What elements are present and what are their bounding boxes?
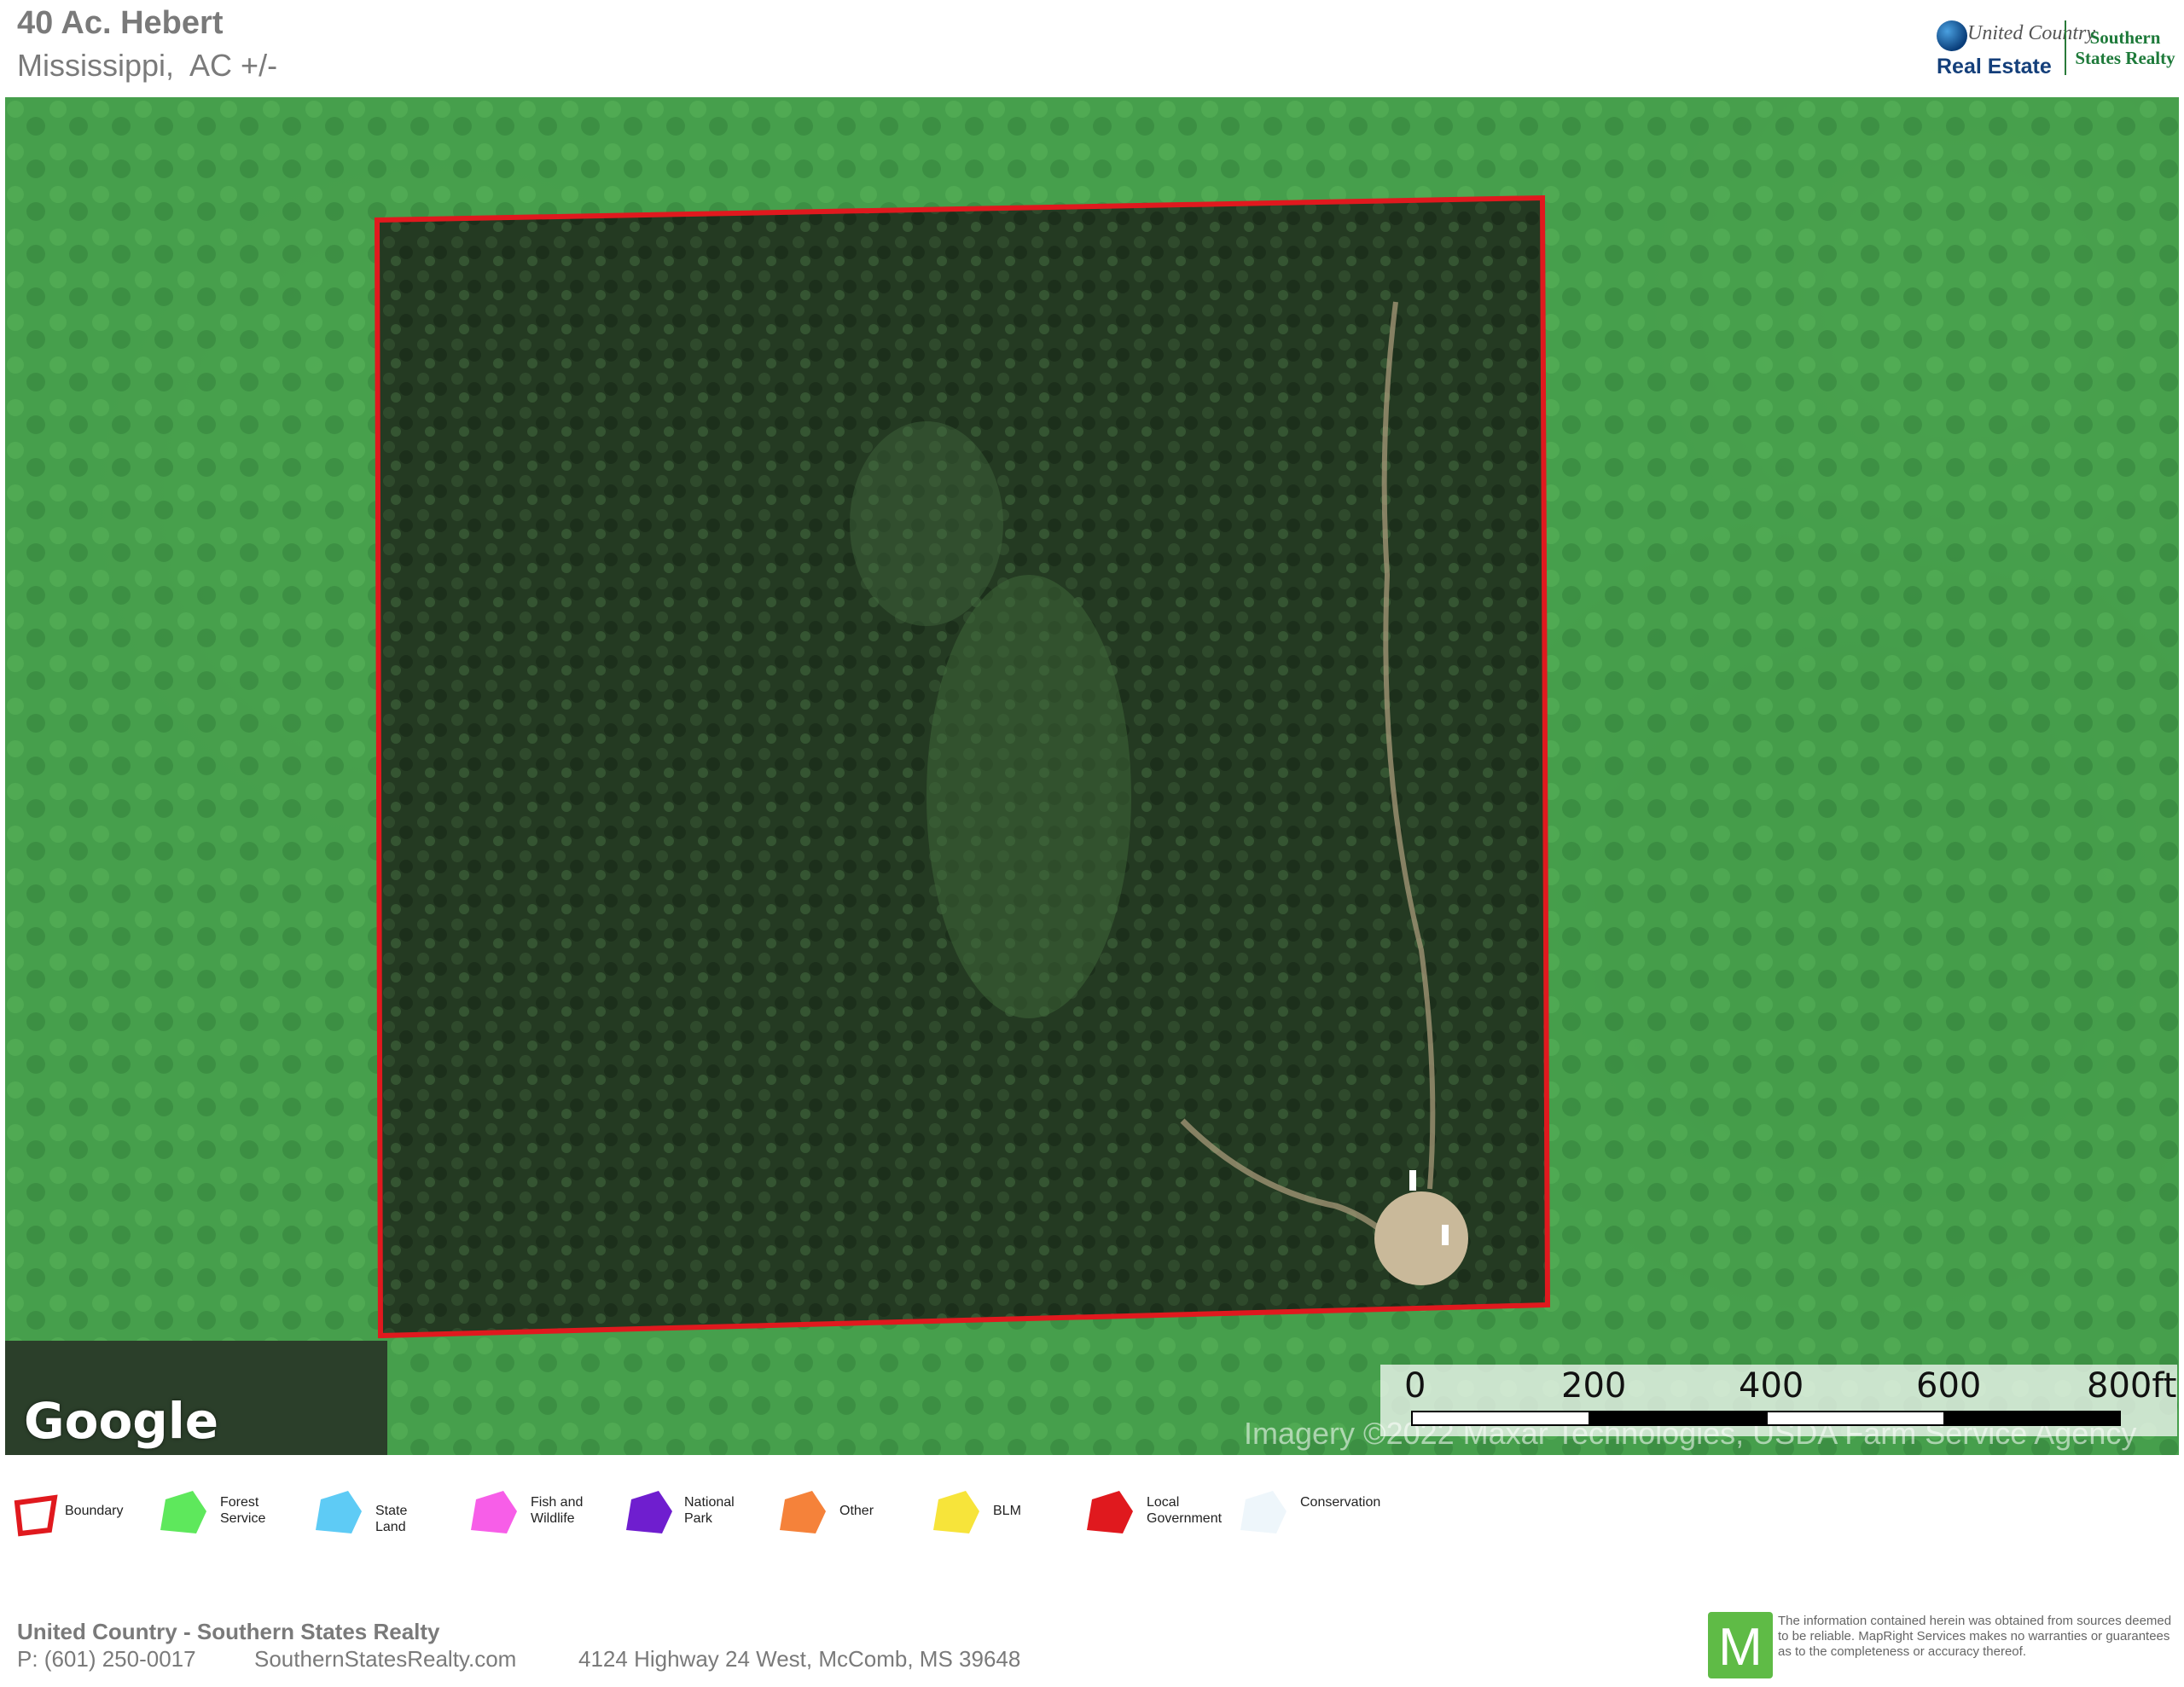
scale-segment bbox=[1589, 1411, 1769, 1426]
footer-website[interactable]: SouthernStatesRealty.com bbox=[254, 1646, 516, 1673]
logo-real-estate: Real Estate bbox=[1937, 55, 2052, 78]
mapright-logo: M bbox=[1708, 1612, 1773, 1678]
legend-label: BLM bbox=[993, 1504, 1021, 1518]
structure bbox=[1442, 1225, 1449, 1245]
other-swatch-icon bbox=[780, 1491, 826, 1533]
scale-tick: 400 bbox=[1739, 1366, 1804, 1406]
legend-label: Local Government bbox=[1147, 1495, 1223, 1526]
mapright-logo-letter: M bbox=[1718, 1618, 1763, 1677]
state-land-swatch-icon bbox=[316, 1491, 362, 1533]
legend-label: State Land bbox=[375, 1504, 408, 1534]
footer-company: United Country - Southern States Realty bbox=[17, 1619, 440, 1644]
scale-segment bbox=[1943, 1411, 2121, 1426]
google-watermark: Google bbox=[24, 1392, 219, 1450]
legend-label: National Park bbox=[684, 1495, 735, 1526]
scale-segment bbox=[1411, 1411, 1592, 1426]
legend-label: Boundary bbox=[65, 1504, 124, 1518]
scale-tick: 200 bbox=[1561, 1366, 1627, 1406]
homesite-clearing bbox=[1374, 1191, 1468, 1285]
disclaimer-text: The information contained herein was obt… bbox=[1778, 1614, 2172, 1659]
legend-label: Conservation bbox=[1300, 1495, 1381, 1510]
structure bbox=[1409, 1170, 1416, 1191]
scale-bar: 0 200 400 600 800ft bbox=[1380, 1365, 2177, 1436]
scale-tick: 800ft bbox=[2087, 1366, 2177, 1406]
forest-service-swatch-icon bbox=[160, 1491, 206, 1533]
map-subtitle: Mississippi, AC +/- bbox=[17, 48, 278, 83]
logo-divider bbox=[2065, 20, 2066, 75]
logo-partner: Southern States Realty bbox=[2075, 27, 2175, 68]
blm-swatch-icon bbox=[933, 1491, 979, 1533]
map-title: 40 Ac. Hebert bbox=[17, 5, 224, 41]
globe-icon bbox=[1937, 20, 1967, 51]
footer-address: 4124 Highway 24 West, McComb, MS 39648 bbox=[578, 1646, 1021, 1672]
footer-phone[interactable]: P: (601) 250-0017 bbox=[17, 1646, 196, 1673]
scale-tick: 0 bbox=[1404, 1366, 1426, 1406]
local-government-swatch-icon bbox=[1087, 1491, 1133, 1533]
fish-wildlife-swatch-icon bbox=[471, 1491, 517, 1533]
conservation-swatch-icon bbox=[1240, 1491, 1287, 1533]
scale-segment bbox=[1766, 1411, 1947, 1426]
scale-tick: 600 bbox=[1916, 1366, 1982, 1406]
legend-label: Forest Service bbox=[220, 1495, 266, 1526]
national-park-swatch-icon bbox=[626, 1491, 672, 1533]
legend-label: Other bbox=[839, 1504, 874, 1518]
map-canvas bbox=[5, 97, 2179, 1455]
map-legend: Boundary Forest Service State Land Fish … bbox=[12, 1484, 1394, 1544]
legend-label: Fish and Wildlife bbox=[531, 1495, 584, 1526]
boundary-swatch-icon bbox=[14, 1494, 58, 1537]
united-country-logo: United Country Real Estate Southern Stat… bbox=[1930, 17, 2177, 85]
satellite-map[interactable]: Google Imagery ©2022 Maxar Technologies,… bbox=[5, 97, 2179, 1455]
